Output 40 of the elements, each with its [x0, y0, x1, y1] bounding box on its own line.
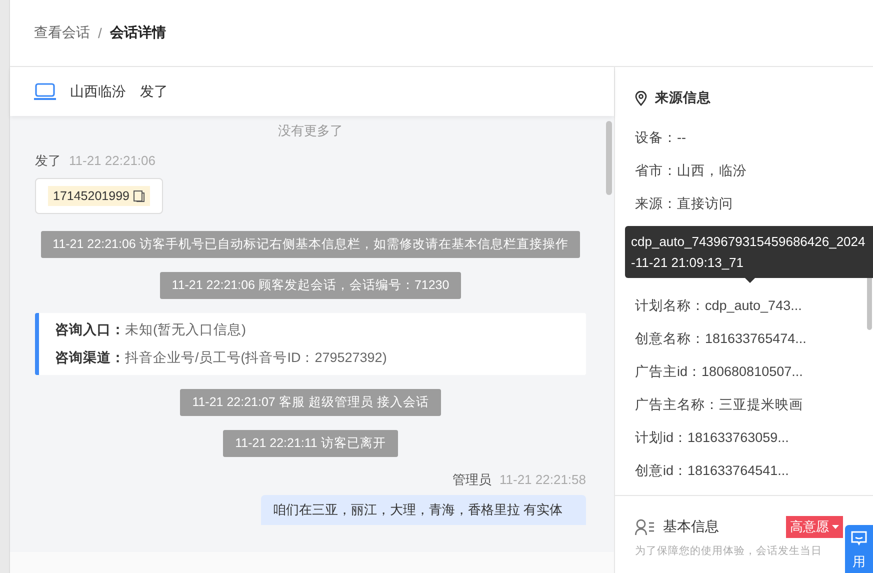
system-notice: 11-21 22:21:11 访客已离开: [223, 430, 398, 457]
source-field: 创意id：181633764541...: [635, 462, 789, 480]
tooltip: cdp_auto_7439679315459686426_2024-11-21 21:09:13_71: [625, 226, 873, 283]
breadcrumb-item[interactable]: 查看会话: [34, 24, 90, 42]
visitor-location: 山西临汾: [70, 82, 126, 100]
breadcrumb-item: 会话详情: [110, 24, 166, 42]
user-list-icon: [635, 519, 655, 535]
system-notice: 11-21 22:21:06 顾客发起会话，会话编号：71230: [160, 272, 462, 299]
copy-icon[interactable]: [133, 190, 146, 202]
source-field: 计划id：181633763059...: [635, 428, 789, 446]
system-notice: 11-21 22:21:06 访客手机号已自动标记右侧基本信息栏，如需修改请在基本信息栏直接操作: [40, 231, 580, 258]
section-title: 基本信息: [663, 518, 719, 536]
breadcrumb-separator: /: [98, 25, 102, 41]
source-field: 设备：--: [635, 128, 686, 146]
caret-icon: [832, 525, 839, 529]
hint-text: 为了保障您的使用体验，会话发生当日: [635, 544, 822, 558]
sender-name: 管理员: [452, 471, 492, 489]
message-time: 11-21 22:21:06: [69, 153, 156, 168]
chat-icon: [851, 531, 867, 546]
section-title: 来源信息: [655, 89, 711, 107]
source-field: 来源：直接访问: [635, 194, 733, 212]
chat-float-button[interactable]: 用: [845, 525, 873, 573]
system-notice: 11-21 22:21:07 客服 超级管理员 接入会话: [180, 389, 441, 416]
location-pin-icon: [635, 90, 647, 106]
no-more-notice: 没有更多了: [277, 122, 344, 140]
visitor-name: 发了: [140, 82, 168, 100]
consult-info-line: 咨询渠道：抖音企业号/员工号(抖音号ID：279527392): [55, 349, 388, 367]
phone-number: 17145201999: [48, 186, 150, 206]
laptop-icon: [34, 83, 56, 100]
source-field: 创意名称：181633765474...: [635, 330, 806, 348]
message-time: 11-21 22:21:58: [500, 472, 586, 487]
source-field: 省市：山西，临汾: [635, 162, 747, 180]
source-field: 计划名称：cdp_auto_743...: [635, 296, 802, 314]
intent-tag[interactable]: 高意愿: [786, 516, 843, 538]
scrollbar-thumb[interactable]: [606, 121, 612, 195]
source-field: 广告主名称：三亚提米映画: [635, 396, 803, 414]
source-field: 广告主id：180680810507...: [635, 362, 803, 380]
consult-info-line: 咨询入口：未知(暂无入口信息): [55, 321, 247, 339]
message-bubble: 咱们在三亚，丽江，大理，青海，香格里拉 有实体: [261, 495, 586, 525]
sender-name: 发了: [35, 152, 61, 170]
